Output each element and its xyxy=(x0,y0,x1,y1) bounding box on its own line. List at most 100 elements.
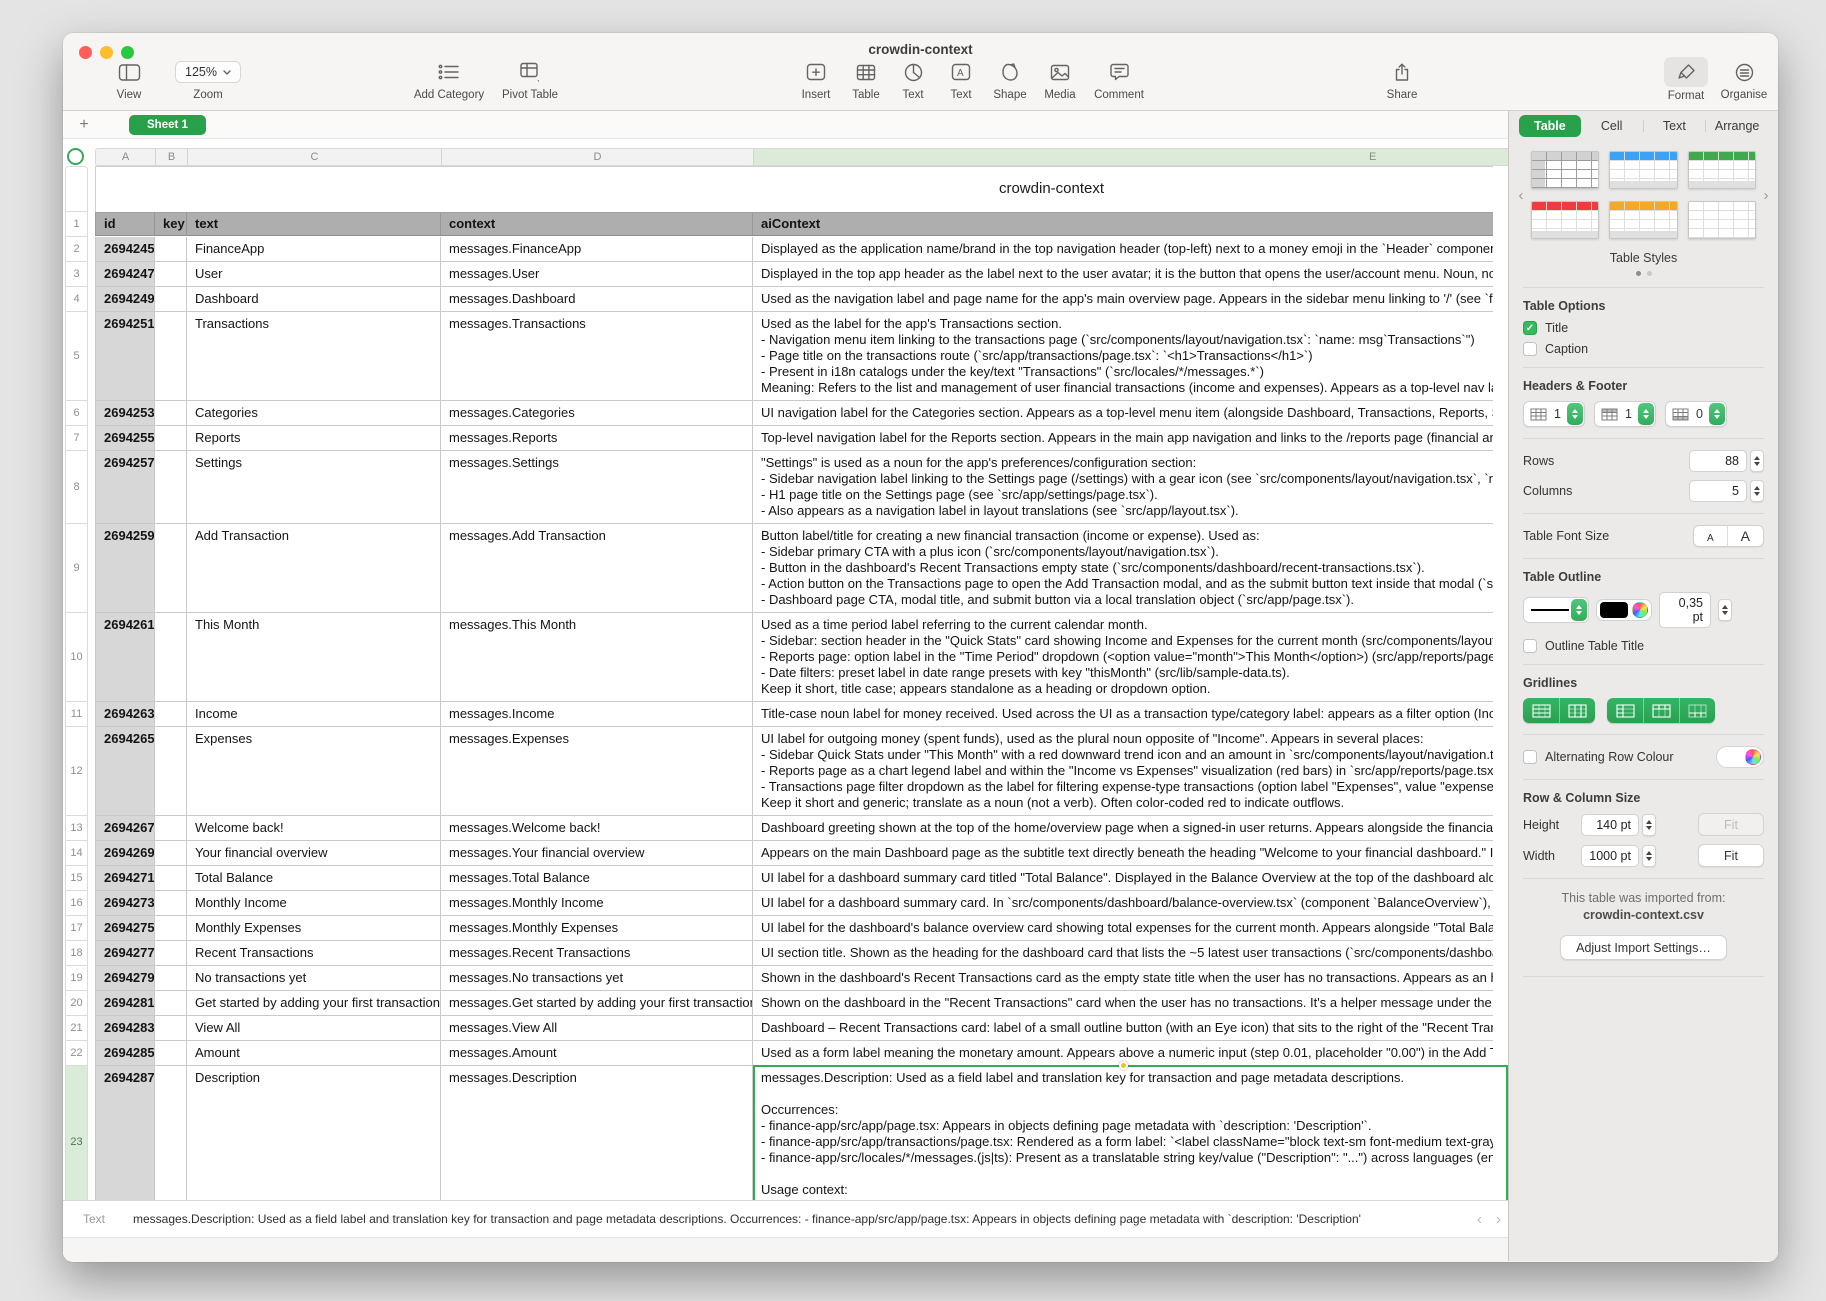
styles-prev-icon[interactable]: ‹ xyxy=(1513,187,1529,204)
column-header-id[interactable]: id xyxy=(95,212,155,236)
cell-context[interactable]: messages.Dashboard xyxy=(441,287,753,312)
height-stepper[interactable] xyxy=(1642,814,1656,836)
cell-id[interactable]: 2694277 xyxy=(95,941,155,966)
table-style-orange[interactable] xyxy=(1609,201,1677,239)
cell-text[interactable]: This Month xyxy=(187,613,441,702)
cell-key[interactable] xyxy=(155,1066,187,1200)
cell-aicontext[interactable]: Appears on the main Dashboard page as th… xyxy=(753,841,1493,866)
tab-cell[interactable]: Cell xyxy=(1581,115,1643,137)
cell-key[interactable] xyxy=(155,941,187,966)
view-button[interactable]: View xyxy=(84,58,174,101)
cell-id[interactable]: 2694267 xyxy=(95,816,155,841)
cell-key[interactable] xyxy=(155,287,187,312)
cell-key[interactable] xyxy=(155,727,187,816)
cell-text[interactable]: Transactions xyxy=(187,312,441,401)
cell-text[interactable]: Categories xyxy=(187,401,441,426)
column-header-aicontext[interactable]: aiContext xyxy=(753,212,1493,236)
share-button[interactable]: Share xyxy=(1357,58,1447,101)
width-input[interactable]: 1000 pt xyxy=(1581,845,1639,867)
cell-aicontext[interactable]: Top-level navigation label for the Repor… xyxy=(753,426,1493,451)
cell-key[interactable] xyxy=(155,1016,187,1041)
cell-aicontext[interactable]: UI navigation label for the Categories s… xyxy=(753,401,1493,426)
cell-id[interactable]: 2694249 xyxy=(95,287,155,312)
cell-context[interactable]: messages.Description xyxy=(441,1066,753,1200)
cell-key[interactable] xyxy=(155,613,187,702)
cell-text[interactable]: View All xyxy=(187,1016,441,1041)
table-style-plain[interactable] xyxy=(1531,151,1599,189)
cell-aicontext[interactable]: UI label for the dashboard's balance ove… xyxy=(753,916,1493,941)
font-smaller-button[interactable]: A xyxy=(1694,526,1727,546)
stepper-icon[interactable] xyxy=(1638,403,1654,425)
cell-key[interactable] xyxy=(155,237,187,262)
cell-context[interactable]: messages.Expenses xyxy=(441,727,753,816)
cell-aicontext[interactable]: UI section title. Shown as the heading f… xyxy=(753,941,1493,966)
cell-context[interactable]: messages.Settings xyxy=(441,451,753,524)
header-rows-stepper[interactable]: 1 xyxy=(1594,401,1656,427)
cell-id[interactable]: 2694283 xyxy=(95,1016,155,1041)
cell-text[interactable]: Settings xyxy=(187,451,441,524)
cell-aicontext[interactable]: Title-case noun label for money received… xyxy=(753,702,1493,727)
tab-arrange[interactable]: Arrange xyxy=(1706,115,1768,137)
styles-next-icon[interactable]: › xyxy=(1758,187,1774,204)
tab-text[interactable]: Text xyxy=(1644,115,1706,137)
column-header-a[interactable]: A xyxy=(96,149,156,165)
cell-aicontext[interactable]: UI label for a dashboard summary card. I… xyxy=(753,891,1493,916)
cell-aicontext[interactable]: Button label/title for creating a new fi… xyxy=(753,524,1493,613)
sheet-tab[interactable]: Sheet 1 xyxy=(129,115,206,135)
cell-id[interactable]: 2694273 xyxy=(95,891,155,916)
cell-key[interactable] xyxy=(155,816,187,841)
outline-style-dropdown[interactable] xyxy=(1523,597,1589,623)
cell-context[interactable]: messages.Get started by adding your firs… xyxy=(441,991,753,1016)
cell-id[interactable]: 2694255 xyxy=(95,426,155,451)
outline-color-well[interactable] xyxy=(1596,599,1652,621)
zoom-control[interactable]: 125% Zoom xyxy=(163,58,253,101)
cell-text[interactable]: Monthly Income xyxy=(187,891,441,916)
sheet-viewport[interactable]: crowdin-context1idkeytextcontextaiContex… xyxy=(63,166,1508,1200)
cell-id[interactable]: 2694279 xyxy=(95,966,155,991)
gridline-vertical-button[interactable] xyxy=(1559,698,1595,723)
cell-text[interactable]: Get started by adding your first transac… xyxy=(187,991,441,1016)
adjust-import-settings-button[interactable]: Adjust Import Settings… xyxy=(1560,935,1727,960)
column-header-b[interactable]: B xyxy=(156,149,188,165)
cell-aicontext[interactable]: messages.Description: Used as a field la… xyxy=(753,1066,1493,1200)
cell-id[interactable]: 2694247 xyxy=(95,262,155,287)
cell-context[interactable]: messages.User xyxy=(441,262,753,287)
column-header-c[interactable]: C xyxy=(188,149,442,165)
gridline-header-row-button[interactable] xyxy=(1643,698,1679,723)
cell-key[interactable] xyxy=(155,312,187,401)
cell-key[interactable] xyxy=(155,451,187,524)
cell-context[interactable]: messages.Income xyxy=(441,702,753,727)
cell-context[interactable]: messages.View All xyxy=(441,1016,753,1041)
add-category-button[interactable]: Add Category xyxy=(404,58,494,101)
rows-input[interactable]: 88 xyxy=(1689,450,1747,472)
cell-aicontext[interactable]: UI label for a dashboard summary card ti… xyxy=(753,866,1493,891)
cell-text[interactable]: Income xyxy=(187,702,441,727)
outline-width-stepper[interactable] xyxy=(1718,599,1732,621)
cell-key[interactable] xyxy=(155,401,187,426)
table-style-green[interactable] xyxy=(1688,151,1756,189)
cell-aicontext[interactable]: Used as a time period label referring to… xyxy=(753,613,1493,702)
cell-context[interactable]: messages.Transactions xyxy=(441,312,753,401)
cell-aicontext[interactable]: Used as a form label meaning the monetar… xyxy=(753,1041,1493,1066)
cell-aicontext[interactable]: Used as the label for the app's Transact… xyxy=(753,312,1493,401)
cell-text[interactable]: Your financial overview xyxy=(187,841,441,866)
table-style-red[interactable] xyxy=(1531,201,1599,239)
cell-key[interactable] xyxy=(155,262,187,287)
column-header-e[interactable]: E xyxy=(754,149,1508,165)
cell-id[interactable]: 2694275 xyxy=(95,916,155,941)
cell-aicontext[interactable]: Displayed as the application name/brand … xyxy=(753,237,1493,262)
font-larger-button[interactable]: A xyxy=(1727,526,1763,546)
cell-context[interactable]: messages.Amount xyxy=(441,1041,753,1066)
gridline-header-column-button[interactable] xyxy=(1607,698,1643,723)
cell-aicontext[interactable]: Displayed in the top app header as the l… xyxy=(753,262,1493,287)
cell-context[interactable]: messages.Your financial overview xyxy=(441,841,753,866)
cell-aicontext[interactable]: Used as the navigation label and page na… xyxy=(753,287,1493,312)
cell-text[interactable]: FinanceApp xyxy=(187,237,441,262)
cell-text[interactable]: User xyxy=(187,262,441,287)
cell-text[interactable]: Amount xyxy=(187,1041,441,1066)
cell-id[interactable]: 2694259 xyxy=(95,524,155,613)
cell-context[interactable]: messages.This Month xyxy=(441,613,753,702)
outline-width-input[interactable]: 0,35 pt xyxy=(1659,592,1711,628)
cell-context[interactable]: messages.Categories xyxy=(441,401,753,426)
cell-text[interactable]: Reports xyxy=(187,426,441,451)
